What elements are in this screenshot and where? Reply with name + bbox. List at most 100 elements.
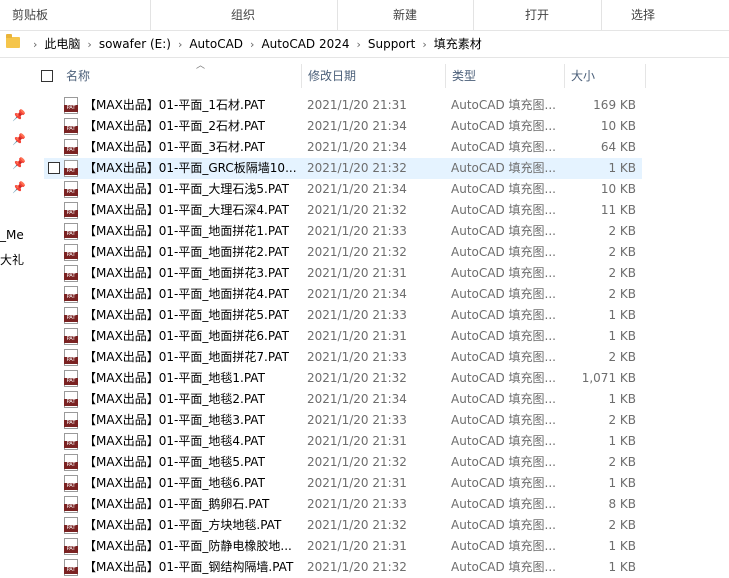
pat-file-icon <box>64 307 78 324</box>
file-type: AutoCAD 填充图... <box>451 203 556 217</box>
column-divider[interactable] <box>564 64 565 88</box>
file-name[interactable]: 【MAX出品】01-平面_地毯2.PAT <box>84 389 302 410</box>
file-name[interactable]: 【MAX出品】01-平面_地面拼花6.PAT <box>84 326 302 347</box>
file-name[interactable]: 【MAX出品】01-平面_地面拼花4.PAT <box>84 284 302 305</box>
file-name[interactable]: 【MAX出品】01-平面_钢结构隔墙.PAT <box>84 557 302 578</box>
pin-icon[interactable]: 📌 <box>12 134 26 146</box>
column-divider[interactable] <box>645 64 646 88</box>
file-name[interactable]: 【MAX出品】01-平面_大理石浅5.PAT <box>84 179 302 200</box>
pin-icon[interactable]: 📌 <box>12 182 26 194</box>
file-name[interactable]: 【MAX出品】01-平面_2石材.PAT <box>84 116 302 137</box>
file-row[interactable]: 【MAX出品】01-平面_地毯2.PAT 2021/1/20 21:34 AutoC… <box>44 389 642 410</box>
column-divider[interactable] <box>445 64 446 88</box>
file-row[interactable]: 【MAX出品】01-平面_大理石浅5.PAT 2021/1/20 21:34 Aut… <box>44 179 642 200</box>
file-row[interactable]: 【MAX出品】01-平面_地面拼花3.PAT 2021/1/20 21:31 Aut… <box>44 263 642 284</box>
nav-item-truncated[interactable]: _Me <box>0 228 24 242</box>
file-row[interactable]: 【MAX出品】01-平面_地面拼花4.PAT 2021/1/20 21:34 Aut… <box>44 284 642 305</box>
file-name[interactable]: 【MAX出品】01-平面_地面拼花1.PAT <box>84 221 302 242</box>
file-row[interactable]: 【MAX出品】01-平面_2石材.PAT 2021/1/20 21:34 AutoC… <box>44 116 642 137</box>
file-name[interactable]: 【MAX出品】01-平面_地毯5.PAT <box>84 452 302 473</box>
breadcrumb-item-drive[interactable]: sowafer (E:) <box>99 31 171 57</box>
file-name[interactable]: 【MAX出品】01-平面_防静电橡胶地... <box>84 536 302 557</box>
chevron-right-icon[interactable]: › <box>250 32 254 58</box>
file-modified-date: 2021/1/20 21:32 <box>307 371 407 385</box>
file-row[interactable]: 【MAX出品】01-平面_地毯3.PAT 2021/1/20 21:33 AutoC… <box>44 410 642 431</box>
file-row[interactable]: 【MAX出品】01-平面_地毯5.PAT 2021/1/20 21:32 AutoC… <box>44 452 642 473</box>
file-row[interactable]: 【MAX出品】01-平面_鹅卵石.PAT 2021/1/20 21:33 AutoC… <box>44 494 642 515</box>
column-header-date[interactable]: 修改日期 <box>308 62 444 90</box>
ribbon-group-clipboard[interactable]: 剪贴板 <box>0 0 60 30</box>
breadcrumb-item-support[interactable]: Support <box>368 31 415 57</box>
nav-item-truncated[interactable]: 大礼 <box>0 251 24 268</box>
address-bar[interactable]: › 此电脑 › sowafer (E:) › AutoCAD › AutoCAD 2024 › S… <box>0 31 729 58</box>
file-row[interactable]: 【MAX出品】01-平面_地面拼花1.PAT 2021/1/20 21:33 Aut… <box>44 221 642 242</box>
file-row[interactable]: 【MAX出品】01-平面_地毯4.PAT 2021/1/20 21:31 AutoC… <box>44 431 642 452</box>
file-row[interactable]: 【MAX出品】01-平面_地面拼花2.PAT 2021/1/20 21:32 Aut… <box>44 242 642 263</box>
file-name[interactable]: 【MAX出品】01-平面_地面拼花7.PAT <box>84 347 302 368</box>
file-size: 1 KB <box>608 308 636 322</box>
breadcrumb-item-autocad-2024[interactable]: AutoCAD 2024 <box>261 31 349 57</box>
pin-icon[interactable]: 📌 <box>12 110 26 122</box>
file-row[interactable]: 【MAX出品】01-平面_钢结构隔墙.PAT 2021/1/20 21:32 Aut… <box>44 557 642 578</box>
chevron-right-icon[interactable]: › <box>178 32 182 58</box>
file-row[interactable]: 【MAX出品】01-平面_地毯1.PAT 2021/1/20 21:32 AutoC… <box>44 368 642 389</box>
file-name[interactable]: 【MAX出品】01-平面_GRC板隔墙10... <box>84 158 302 179</box>
file-modified-date: 2021/1/20 21:32 <box>307 245 407 259</box>
breadcrumb-item-this-pc[interactable]: 此电脑 <box>44 31 80 57</box>
file-size: 2 KB <box>608 455 636 469</box>
file-name[interactable]: 【MAX出品】01-平面_地毯1.PAT <box>84 368 302 389</box>
select-all-checkbox[interactable] <box>41 70 53 82</box>
file-name[interactable]: 【MAX出品】01-平面_1石材.PAT <box>84 95 302 116</box>
file-name[interactable]: 【MAX出品】01-平面_地毯4.PAT <box>84 431 302 452</box>
ribbon-group-organize[interactable]: 组织 <box>150 0 336 30</box>
file-name[interactable]: 【MAX出品】01-平面_鹅卵石.PAT <box>84 494 302 515</box>
pat-file-icon <box>64 433 78 450</box>
file-name[interactable]: 【MAX出品】01-平面_方块地毯.PAT <box>84 515 302 536</box>
file-row[interactable]: 【MAX出品】01-平面_3石材.PAT 2021/1/20 21:34 AutoC… <box>44 137 642 158</box>
file-type: AutoCAD 填充图... <box>451 287 556 301</box>
file-name[interactable]: 【MAX出品】01-平面_地毯3.PAT <box>84 410 302 431</box>
row-checkbox[interactable] <box>48 162 60 174</box>
breadcrumb-item-autocad[interactable]: AutoCAD <box>189 31 243 57</box>
file-row[interactable]: 【MAX出品】01-平面_地面拼花5.PAT 2021/1/20 21:33 Aut… <box>44 305 642 326</box>
file-name[interactable]: 【MAX出品】01-平面_地面拼花5.PAT <box>84 305 302 326</box>
column-header-size[interactable]: 大小 <box>571 62 641 90</box>
file-row[interactable]: 【MAX出品】01-平面_防静电橡胶地... 2021/1/20 21:31 Aut… <box>44 536 642 557</box>
file-row[interactable]: 【MAX出品】01-平面_地面拼花7.PAT 2021/1/20 21:33 Aut… <box>44 347 642 368</box>
file-modified-date: 2021/1/20 21:31 <box>307 98 407 112</box>
chevron-right-icon[interactable]: › <box>87 32 91 58</box>
file-row[interactable]: 【MAX出品】01-平面_地面拼花6.PAT 2021/1/20 21:31 Aut… <box>44 326 642 347</box>
file-size: 8 KB <box>608 497 636 511</box>
file-size: 1,071 KB <box>581 371 636 385</box>
pat-file-icon <box>64 139 78 156</box>
file-name[interactable]: 【MAX出品】01-平面_地面拼花2.PAT <box>84 242 302 263</box>
breadcrumb-item-current[interactable]: 填充素材 <box>434 31 482 57</box>
ribbon-group-new[interactable]: 新建 <box>337 0 473 30</box>
pat-file-icon <box>64 391 78 408</box>
ribbon-group-select[interactable]: 选择 <box>601 0 685 30</box>
column-header-name[interactable]: 名称 <box>66 62 300 90</box>
file-modified-date: 2021/1/20 21:33 <box>307 413 407 427</box>
pat-file-icon <box>64 496 78 513</box>
column-divider[interactable] <box>301 64 302 88</box>
column-header-type[interactable]: 类型 <box>452 62 564 90</box>
pat-file-icon <box>64 202 78 219</box>
file-name[interactable]: 【MAX出品】01-平面_地面拼花3.PAT <box>84 263 302 284</box>
file-modified-date: 2021/1/20 21:31 <box>307 434 407 448</box>
file-row[interactable]: 【MAX出品】01-平面_方块地毯.PAT 2021/1/20 21:32 Auto… <box>44 515 642 536</box>
file-type: AutoCAD 填充图... <box>451 413 556 427</box>
file-row[interactable]: 【MAX出品】01-平面_1石材.PAT 2021/1/20 21:31 AutoC… <box>44 95 642 116</box>
chevron-right-icon[interactable]: › <box>357 32 361 58</box>
ribbon-group-open[interactable]: 打开 <box>473 0 601 30</box>
file-name[interactable]: 【MAX出品】01-平面_3石材.PAT <box>84 137 302 158</box>
file-name[interactable]: 【MAX出品】01-平面_地毯6.PAT <box>84 473 302 494</box>
pat-file-icon <box>64 454 78 471</box>
file-name[interactable]: 【MAX出品】01-平面_大理石深4.PAT <box>84 200 302 221</box>
chevron-right-icon[interactable]: › <box>422 32 426 58</box>
file-row[interactable]: 【MAX出品】01-平面_地毯6.PAT 2021/1/20 21:31 AutoC… <box>44 473 642 494</box>
chevron-right-icon[interactable]: › <box>33 32 37 58</box>
file-row[interactable]: 【MAX出品】01-平面_GRC板隔墙10... 2021/1/20 21:32 A… <box>44 158 642 179</box>
file-size: 1 KB <box>608 539 636 553</box>
file-row[interactable]: 【MAX出品】01-平面_大理石深4.PAT 2021/1/20 21:32 Aut… <box>44 200 642 221</box>
pin-icon[interactable]: 📌 <box>12 158 26 170</box>
